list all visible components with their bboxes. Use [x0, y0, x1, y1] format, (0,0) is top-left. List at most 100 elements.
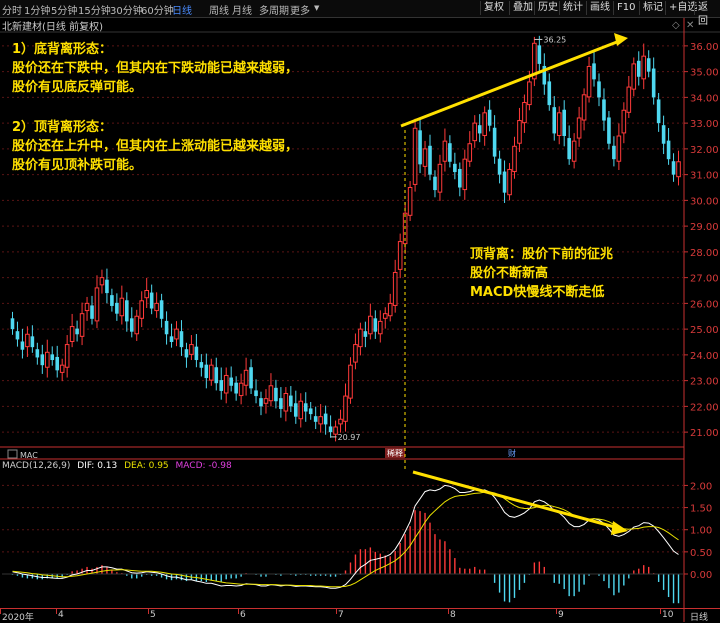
annotation-bottom-line1: 股价还在下跌中，但其内在下跌动能已越来越弱，	[12, 61, 299, 76]
annotation-signal-line1: 顶背离：股价下前的征兆	[470, 247, 614, 262]
candle-body	[382, 313, 388, 319]
candle-body	[303, 403, 308, 412]
candle-body	[64, 344, 70, 368]
candle-body	[10, 318, 15, 330]
candle-body	[318, 416, 323, 425]
candle-body	[571, 140, 577, 162]
candle-body	[428, 145, 432, 175]
candle-body	[164, 320, 169, 335]
candle-body	[189, 344, 194, 355]
candle-body	[537, 45, 542, 64]
candle-body	[448, 143, 452, 162]
time-axis-label: 6	[240, 610, 246, 620]
candle-body	[492, 127, 497, 157]
candle-body	[115, 302, 119, 314]
candle-body	[547, 81, 552, 106]
candle-body	[387, 302, 393, 317]
candle-body	[283, 393, 289, 412]
candle-body	[602, 99, 606, 121]
time-axis-tick	[238, 609, 239, 614]
candle-body	[636, 60, 641, 77]
price-tick-label: 34.00	[690, 93, 719, 104]
candle-body	[437, 163, 443, 193]
candle-body	[313, 416, 318, 422]
candle-body	[223, 374, 229, 394]
candle-body	[105, 279, 109, 294]
candle-body	[119, 297, 125, 317]
time-axis-tick	[56, 609, 57, 614]
candle-body	[20, 341, 25, 350]
candle-body	[656, 99, 661, 124]
candle-body	[562, 109, 566, 136]
candle-body	[199, 362, 204, 368]
candle-body	[556, 112, 562, 136]
candle-body	[274, 387, 278, 402]
candle-body	[412, 127, 418, 185]
macd-header: MACD(12,26,9) DIF: 0.13 DEA: 0.95 MACD: …	[2, 461, 232, 471]
candle-body	[219, 380, 224, 391]
candle-body	[154, 302, 159, 312]
price-tick-label: 36.00	[690, 42, 719, 53]
candle-body	[422, 148, 428, 167]
candle-body	[30, 336, 35, 348]
candle-body	[159, 300, 164, 319]
price-tick-label: 26.00	[690, 299, 719, 310]
indicator-tab-label: MAC	[20, 451, 38, 460]
candle-body	[507, 168, 512, 196]
high-marker-label: 36.25	[543, 35, 566, 44]
price-tick-label: 21.00	[690, 428, 719, 439]
candle-body	[204, 364, 209, 379]
time-axis-tick	[0, 609, 1, 614]
candle-body	[661, 125, 666, 144]
candle-body	[59, 364, 65, 373]
candle-body	[616, 135, 622, 162]
annotation-bottom-divergence: 1）底背离形态： 股价还在下跌中，但其内在下跌动能已越来越弱， 股价有见底反弹可…	[12, 40, 298, 97]
time-axis-tick	[660, 609, 661, 614]
candle-body	[462, 158, 468, 191]
annotation-signal: 顶背离：股价下前的征兆 股价不断新高 MACD快慢线不断走低	[470, 245, 613, 302]
candle-body	[249, 367, 253, 389]
event-tag-1: 稀释	[387, 448, 403, 458]
diamond-icon: ◇	[672, 20, 680, 31]
candle-body	[44, 351, 50, 368]
candle-body	[368, 315, 373, 335]
indicator-tab[interactable]: MAC	[20, 451, 38, 460]
candle-body	[343, 395, 348, 422]
candle-body	[373, 318, 378, 332]
macd-divergence-arrowhead	[611, 521, 628, 535]
candle-body	[527, 81, 532, 106]
annotation-bottom-line2: 股价有见底反弹可能。	[12, 80, 143, 95]
time-axis-label: 2020年	[2, 613, 34, 623]
candle-body	[229, 377, 233, 386]
indicator-menu-icon	[7, 449, 18, 459]
candle-body	[134, 315, 140, 335]
candle-body	[576, 117, 582, 139]
candle-body	[25, 333, 30, 348]
candle-body	[15, 331, 20, 340]
candle-body	[631, 63, 637, 90]
candle-body	[407, 187, 413, 216]
candle-body	[184, 349, 189, 358]
candle-body	[338, 418, 343, 425]
annotation-top-line2: 股价有见顶补跌可能。	[12, 158, 143, 173]
candle-body	[666, 140, 671, 160]
candle-body	[353, 344, 358, 363]
period-label: 日线	[690, 613, 709, 623]
candle-body	[179, 331, 184, 348]
candle-body	[597, 81, 601, 98]
macd-tick-label: 2.00	[690, 481, 712, 492]
candle-body	[552, 107, 557, 134]
candle-body	[214, 367, 219, 384]
candle-body	[234, 382, 238, 394]
candle-body	[477, 125, 482, 134]
candle-body	[621, 109, 627, 134]
macd-title: MACD(12,26,9)	[2, 461, 71, 471]
candle-body	[149, 292, 154, 309]
candle-body	[94, 287, 100, 322]
candle-body	[467, 143, 473, 162]
candle-body	[289, 395, 293, 407]
price-tick-label: 25.00	[690, 325, 719, 336]
candle-body	[308, 408, 313, 415]
time-axis-label: 5	[150, 610, 156, 620]
candle-body	[99, 277, 105, 286]
